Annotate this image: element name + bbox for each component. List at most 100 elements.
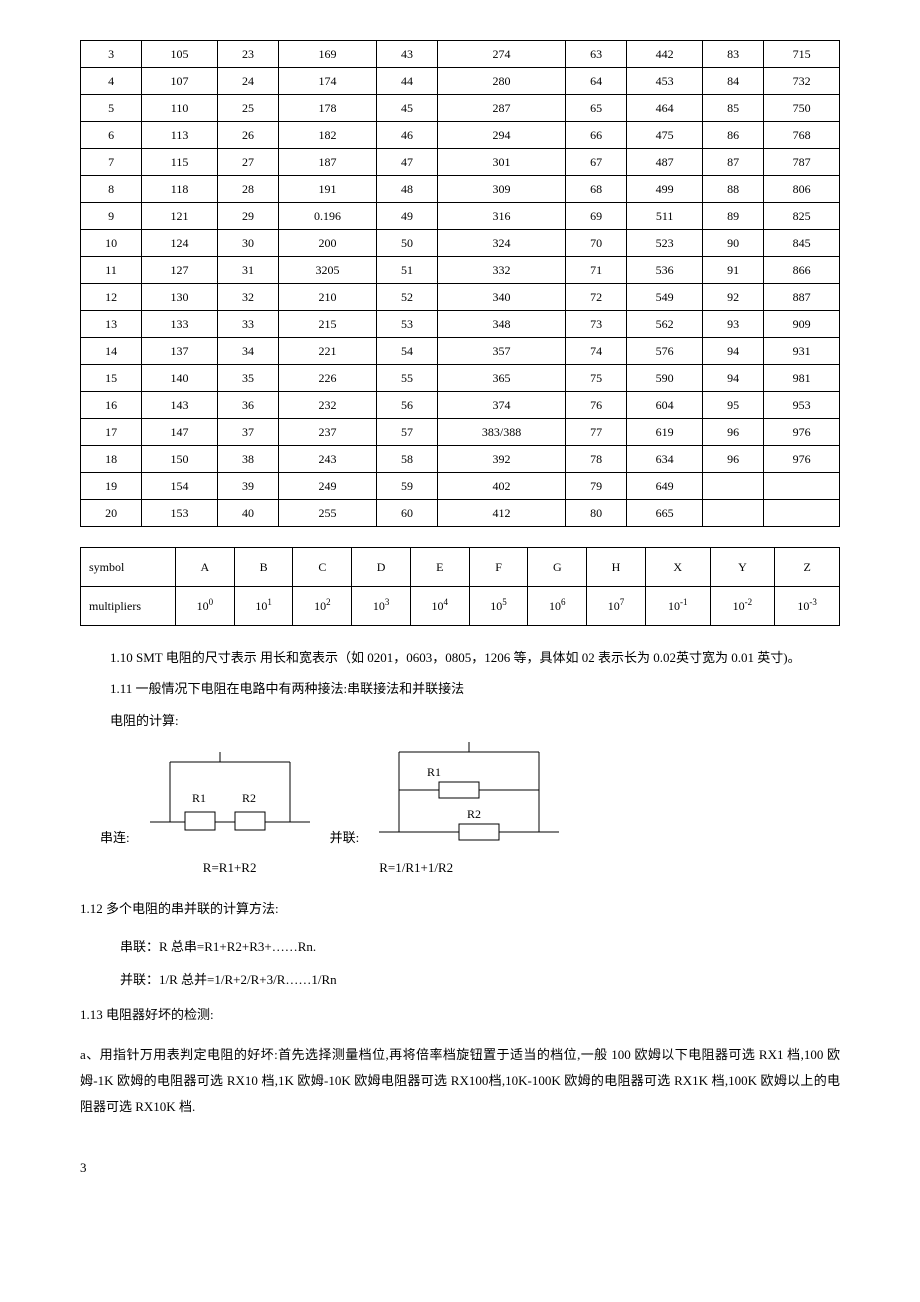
- table-cell: 43: [376, 41, 437, 68]
- table-cell: 44: [376, 68, 437, 95]
- table-cell: 56: [376, 392, 437, 419]
- table-cell: 133: [142, 311, 218, 338]
- svg-text:R1: R1: [192, 791, 206, 805]
- table-cell: 60: [376, 500, 437, 527]
- paragraph-113a: a、用指针万用表判定电阻的好坏:首先选择测量档位,再将倍率档旋钮置于适当的档位,…: [80, 1042, 840, 1120]
- table-cell: 113: [142, 122, 218, 149]
- table-cell: 715: [764, 41, 840, 68]
- table-cell: 649: [627, 473, 703, 500]
- table-cell: 52: [376, 284, 437, 311]
- table-cell: 866: [764, 257, 840, 284]
- table-cell: 33: [217, 311, 278, 338]
- table-cell: 523: [627, 230, 703, 257]
- table-cell: 14: [81, 338, 142, 365]
- table-cell: 845: [764, 230, 840, 257]
- table-cell: 72: [566, 284, 627, 311]
- table-cell: 79: [566, 473, 627, 500]
- table-cell: 178: [279, 95, 377, 122]
- table-cell: 143: [142, 392, 218, 419]
- table-cell: 383/388: [438, 419, 566, 446]
- table-cell: 6: [81, 122, 142, 149]
- table-cell: 976: [764, 419, 840, 446]
- table-cell: 294: [438, 122, 566, 149]
- table-cell: 105: [142, 41, 218, 68]
- table-cell: 154: [142, 473, 218, 500]
- table-cell: 215: [279, 311, 377, 338]
- table-cell: 976: [764, 446, 840, 473]
- table-cell: 619: [627, 419, 703, 446]
- table-cell: 110: [142, 95, 218, 122]
- table-cell: 392: [438, 446, 566, 473]
- table-cell: 806: [764, 176, 840, 203]
- table-cell: 909: [764, 311, 840, 338]
- sym-cell: D: [352, 548, 411, 587]
- table-cell: 147: [142, 419, 218, 446]
- svg-text:R2: R2: [242, 791, 256, 805]
- table-cell: 590: [627, 365, 703, 392]
- table-cell: 226: [279, 365, 377, 392]
- table-cell: 67: [566, 149, 627, 176]
- table-cell: 50: [376, 230, 437, 257]
- sym-cell: X: [645, 548, 710, 587]
- table-cell: 3: [81, 41, 142, 68]
- table-cell: 549: [627, 284, 703, 311]
- table-cell: 90: [703, 230, 764, 257]
- table-cell: 453: [627, 68, 703, 95]
- table-cell: 237: [279, 419, 377, 446]
- sym-cell: A: [176, 548, 235, 587]
- table-cell: 47: [376, 149, 437, 176]
- multiplier-cell: 103: [352, 587, 411, 626]
- multiplier-cell: 106: [528, 587, 587, 626]
- multiplier-table: symbol A B C D E F G H X Y Z multipliers…: [80, 547, 840, 626]
- table-cell: 58: [376, 446, 437, 473]
- table-cell: 10: [81, 230, 142, 257]
- table-cell: 174: [279, 68, 377, 95]
- table-cell: 8: [81, 176, 142, 203]
- table-cell: 316: [438, 203, 566, 230]
- table-cell: 169: [279, 41, 377, 68]
- sym-cell: C: [293, 548, 352, 587]
- table-cell: 255: [279, 500, 377, 527]
- table-cell: 24: [217, 68, 278, 95]
- table-cell: 665: [627, 500, 703, 527]
- table-cell: 84: [703, 68, 764, 95]
- table-cell: 93: [703, 311, 764, 338]
- table-cell: 39: [217, 473, 278, 500]
- table-cell: 243: [279, 446, 377, 473]
- table-cell: 15: [81, 365, 142, 392]
- table-cell: 732: [764, 68, 840, 95]
- table-cell: 92: [703, 284, 764, 311]
- table-cell: 46: [376, 122, 437, 149]
- table-cell: 464: [627, 95, 703, 122]
- table-cell: 51: [376, 257, 437, 284]
- sym-cell: F: [469, 548, 528, 587]
- table-cell: 130: [142, 284, 218, 311]
- table-cell: 274: [438, 41, 566, 68]
- table-cell: 825: [764, 203, 840, 230]
- table-cell: [703, 500, 764, 527]
- table-cell: 23: [217, 41, 278, 68]
- table-cell: 221: [279, 338, 377, 365]
- multiplier-cell: 10-3: [775, 587, 840, 626]
- table-cell: 324: [438, 230, 566, 257]
- table-cell: 187: [279, 149, 377, 176]
- table-cell: 74: [566, 338, 627, 365]
- table-cell: 68: [566, 176, 627, 203]
- table-cell: 53: [376, 311, 437, 338]
- parallel-label: 并联:: [330, 827, 360, 846]
- table-cell: 57: [376, 419, 437, 446]
- table-cell: 40: [217, 500, 278, 527]
- table-cell: 981: [764, 365, 840, 392]
- table-cell: 17: [81, 419, 142, 446]
- table-cell: 29: [217, 203, 278, 230]
- table-cell: [764, 473, 840, 500]
- table-cell: 94: [703, 365, 764, 392]
- parallel-diagram: R1 R2 R=1/R1+1/R2: [379, 742, 559, 876]
- table-cell: 562: [627, 311, 703, 338]
- table-cell: 931: [764, 338, 840, 365]
- table-cell: 49: [376, 203, 437, 230]
- multiplier-cell: 107: [587, 587, 646, 626]
- multiplier-cell: 101: [234, 587, 293, 626]
- table-cell: 76: [566, 392, 627, 419]
- page-number: 3: [80, 1160, 840, 1176]
